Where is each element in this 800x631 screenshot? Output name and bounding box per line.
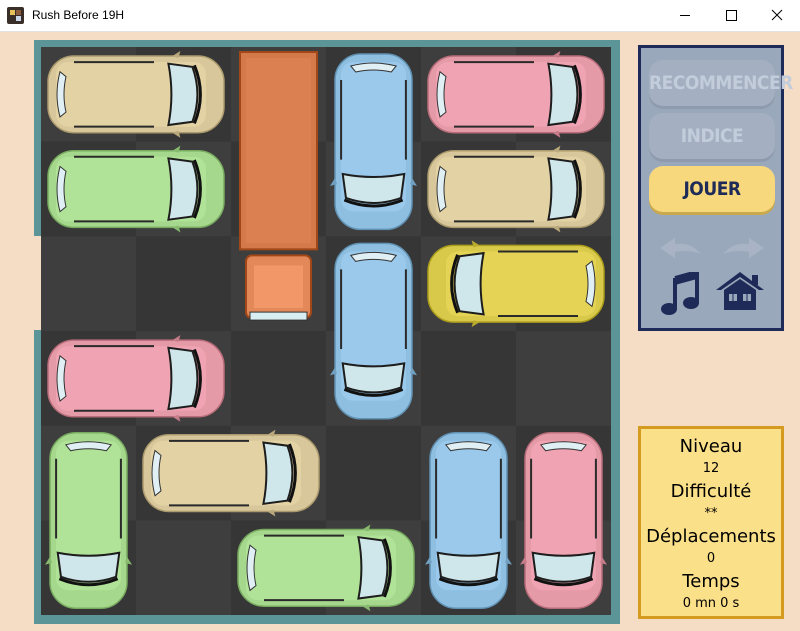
maximize-icon: [726, 10, 737, 21]
car-vehicle[interactable]: [142, 429, 320, 517]
board-cell: [41, 236, 136, 332]
close-icon: [771, 9, 783, 21]
car-vehicle[interactable]: [330, 242, 417, 420]
game-board[interactable]: [41, 47, 611, 615]
car-vehicle[interactable]: [427, 145, 605, 233]
minimize-button[interactable]: [662, 0, 708, 31]
car-vehicle[interactable]: [45, 432, 132, 609]
difficulty-label: Difficulté: [670, 481, 752, 502]
car-vehicle[interactable]: [427, 240, 605, 328]
music-button[interactable]: [661, 269, 701, 316]
board-exit: [34, 236, 41, 330]
home-button[interactable]: [714, 270, 766, 312]
redo-button[interactable]: [719, 236, 767, 260]
minimize-icon: [680, 15, 690, 16]
close-button[interactable]: [754, 0, 800, 31]
car-vehicle[interactable]: [520, 432, 607, 609]
app-icon: [7, 7, 24, 24]
car-vehicle[interactable]: [47, 145, 225, 233]
moves-value: 0: [706, 551, 716, 566]
car-vehicle[interactable]: [425, 432, 512, 609]
hint-button[interactable]: INDICE: [649, 113, 775, 159]
music-note-icon: [661, 269, 699, 315]
car-vehicle[interactable]: [47, 51, 225, 138]
info-panel: Niveau 12 Difficulté ** Déplacements 0 T…: [638, 426, 784, 619]
time-value: 0 mn 0 s: [682, 596, 740, 611]
board-cell: [516, 331, 611, 426]
window-titlebar: Rush Before 19H: [0, 0, 800, 32]
home-icon: [716, 272, 764, 310]
time-label: Temps: [682, 571, 740, 592]
board-cell: [231, 331, 326, 426]
left-arrow-icon: [660, 238, 701, 258]
difficulty-value: **: [704, 506, 718, 521]
car-vehicle[interactable]: [237, 524, 415, 612]
car-vehicle[interactable]: [427, 51, 605, 138]
moves-label: Déplacements: [646, 526, 776, 547]
restart-button[interactable]: RECOMMENCER: [649, 60, 793, 106]
play-button[interactable]: JOUER: [649, 166, 775, 212]
board-cell: [326, 425, 421, 521]
level-label: Niveau: [679, 436, 743, 457]
control-panel: RECOMMENCER INDICE JOUER: [638, 45, 793, 331]
car-vehicle[interactable]: [330, 53, 417, 231]
truck-vehicle[interactable]: [239, 51, 318, 321]
level-value: 12: [702, 461, 720, 476]
board-cell: [136, 520, 231, 615]
window-title: Rush Before 19H: [32, 8, 125, 22]
undo-button[interactable]: [657, 236, 705, 260]
vehicles-layer: [41, 47, 611, 615]
board-cell: [421, 331, 516, 426]
car-vehicle[interactable]: [47, 335, 225, 422]
maximize-button[interactable]: [708, 0, 754, 31]
board-cell: [136, 236, 231, 332]
right-arrow-icon: [723, 238, 764, 258]
